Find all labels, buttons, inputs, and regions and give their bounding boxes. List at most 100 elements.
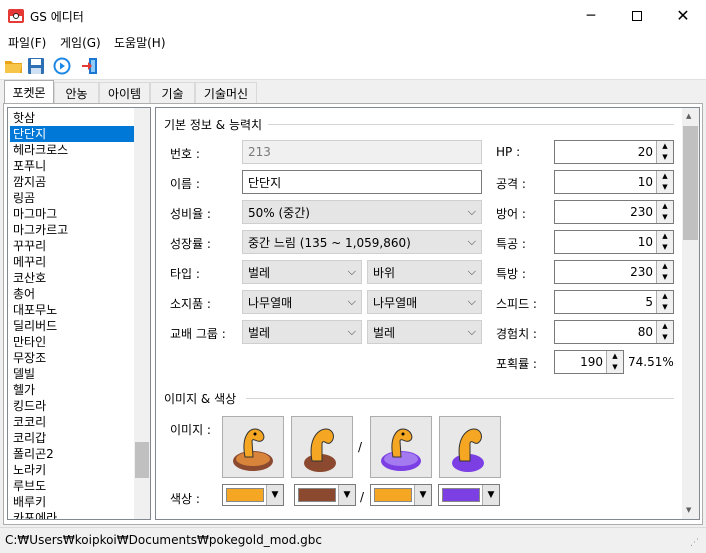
list-scroll-thumb[interactable] (135, 442, 149, 478)
tab-pokemon[interactable]: 포켓몬 (4, 80, 54, 104)
list-item[interactable]: 딜리버드 (10, 318, 134, 334)
tab-moves[interactable]: 기술 (150, 82, 195, 103)
spin-up-icon[interactable]: ▲ (656, 201, 673, 212)
scroll-down-icon[interactable]: ▼ (686, 506, 691, 514)
run-icon[interactable] (52, 56, 72, 76)
growth-label: 성장률 : (170, 237, 211, 251)
list-item[interactable]: 대포무노 (10, 302, 134, 318)
list-item[interactable]: 메꾸리 (10, 254, 134, 270)
list-item[interactable]: 마그마그 (10, 206, 134, 222)
list-item[interactable]: 코코리 (10, 414, 134, 430)
list-item[interactable]: 마그카르고 (10, 222, 134, 238)
list-item[interactable]: 무장조 (10, 350, 134, 366)
item1-value: 나무열매 (248, 295, 293, 310)
resize-grip-icon[interactable]: ⋰ (690, 538, 699, 548)
type-label: 타입 : (170, 267, 200, 281)
number-field: 213 (242, 140, 482, 164)
sprite-back-normal[interactable] (291, 416, 353, 478)
list-item[interactable]: 델빌 (10, 366, 134, 382)
exit-icon[interactable] (80, 56, 100, 76)
name-field[interactable]: 단단지 (242, 170, 482, 194)
spin-down-icon[interactable]: ▼ (656, 302, 673, 313)
item1-select[interactable]: 나무열매 ⌵ (242, 290, 362, 314)
menu-help[interactable]: 도움말(H) (114, 34, 166, 51)
list-item[interactable]: 포푸니 (10, 158, 134, 174)
stat-stepper[interactable]: 10 ▲ ▼ (554, 170, 674, 194)
list-item[interactable]: 깜지곰 (10, 174, 134, 190)
spin-up-icon[interactable]: ▲ (606, 351, 623, 362)
spin-down-icon[interactable]: ▼ (606, 362, 623, 373)
color-label: 색상 : (170, 492, 200, 506)
open-folder-icon[interactable] (4, 56, 24, 76)
tab-tm[interactable]: 기술머신 (195, 82, 257, 103)
minimize-button[interactable]: ─ (568, 0, 614, 31)
list-item[interactable]: 헤라크로스 (10, 142, 134, 158)
spin-down-icon[interactable]: ▼ (656, 152, 673, 163)
stat-value: 10 (637, 235, 653, 249)
list-item[interactable]: 배루키 (10, 494, 134, 510)
pokemon-list[interactable]: 핫삼 단단지 헤라크로스 포푸니 깜지곰 링곰 마그마그 마그카르고 꾸꾸리 메꾸리 코산호 총어 대포… (7, 107, 151, 520)
list-item[interactable]: 폴리곤2 (10, 446, 134, 462)
list-item[interactable]: 코산호 (10, 270, 134, 286)
spin-down-icon[interactable]: ▼ (656, 272, 673, 283)
detail-scroll-thumb[interactable] (683, 126, 698, 240)
list-item[interactable]: 단단지 (10, 126, 134, 142)
list-item[interactable]: 루브도 (10, 478, 134, 494)
menu-file[interactable]: 파일(F) (8, 34, 46, 51)
list-item[interactable]: 핫삼 (10, 110, 134, 126)
stat-stepper[interactable]: 20 ▲ ▼ (554, 140, 674, 164)
type1-select[interactable]: 벌레 ⌵ (242, 260, 362, 284)
spin-up-icon[interactable]: ▲ (656, 261, 673, 272)
maximize-button[interactable] (614, 0, 660, 31)
scroll-up-icon[interactable]: ▲ (686, 112, 691, 120)
list-item[interactable]: 꾸꾸리 (10, 238, 134, 254)
tab-unknown[interactable]: 안농 (54, 82, 99, 103)
spin-down-icon[interactable]: ▼ (656, 242, 673, 253)
list-item[interactable]: 코리갑 (10, 430, 134, 446)
sprite-back-shiny[interactable] (439, 416, 501, 478)
stat-stepper[interactable]: 230 ▲ ▼ (554, 260, 674, 284)
tab-items[interactable]: 아이템 (99, 82, 150, 103)
list-item[interactable]: 만타인 (10, 334, 134, 350)
save-icon[interactable] (26, 56, 46, 76)
egg1-select[interactable]: 벌레 ⌵ (242, 320, 362, 344)
color-picker-4[interactable]: ▼ (438, 484, 500, 506)
sprite-front-shiny[interactable] (370, 416, 432, 478)
color-picker-1[interactable]: ▼ (222, 484, 284, 506)
list-item[interactable]: 킹드라 (10, 398, 134, 414)
type2-select[interactable]: 바위 ⌵ (367, 260, 482, 284)
growth-select[interactable]: 중간 느림 (135 ~ 1,059,860) ⌵ (242, 230, 482, 254)
chevron-down-icon: ▼ (482, 485, 499, 505)
chevron-down-icon: ▼ (338, 485, 355, 505)
color-picker-2[interactable]: ▼ (294, 484, 356, 506)
spin-down-icon[interactable]: ▼ (656, 332, 673, 343)
list-item[interactable]: 노라키 (10, 462, 134, 478)
catch-rate-stepper[interactable]: 190 ▲ ▼ (554, 350, 624, 374)
list-item[interactable]: 링곰 (10, 190, 134, 206)
chevron-down-icon: ⌵ (347, 295, 356, 308)
number-label: 번호 : (170, 147, 200, 161)
sprite-front-normal[interactable] (222, 416, 284, 478)
menu-game[interactable]: 게임(G) (60, 34, 101, 51)
color-picker-3[interactable]: ▼ (370, 484, 432, 506)
spin-down-icon[interactable]: ▼ (656, 182, 673, 193)
close-button[interactable]: ✕ (660, 0, 706, 31)
spin-up-icon[interactable]: ▲ (656, 171, 673, 182)
list-item[interactable]: 카포에라 (10, 510, 134, 519)
list-item[interactable]: 총어 (10, 286, 134, 302)
spin-up-icon[interactable]: ▲ (656, 291, 673, 302)
gender-select[interactable]: 50% (중간) ⌵ (242, 200, 482, 224)
chevron-down-icon: ⌵ (347, 265, 356, 278)
color-swatch (226, 488, 264, 502)
stat-stepper[interactable]: 80 ▲ ▼ (554, 320, 674, 344)
stat-stepper[interactable]: 230 ▲ ▼ (554, 200, 674, 224)
stat-stepper[interactable]: 5 ▲ ▼ (554, 290, 674, 314)
egg2-select[interactable]: 벌레 ⌵ (367, 320, 482, 344)
stat-stepper[interactable]: 10 ▲ ▼ (554, 230, 674, 254)
spin-up-icon[interactable]: ▲ (656, 141, 673, 152)
spin-up-icon[interactable]: ▲ (656, 231, 673, 242)
spin-up-icon[interactable]: ▲ (656, 321, 673, 332)
list-item[interactable]: 헬가 (10, 382, 134, 398)
spin-down-icon[interactable]: ▼ (656, 212, 673, 223)
item2-select[interactable]: 나무열매 ⌵ (367, 290, 482, 314)
